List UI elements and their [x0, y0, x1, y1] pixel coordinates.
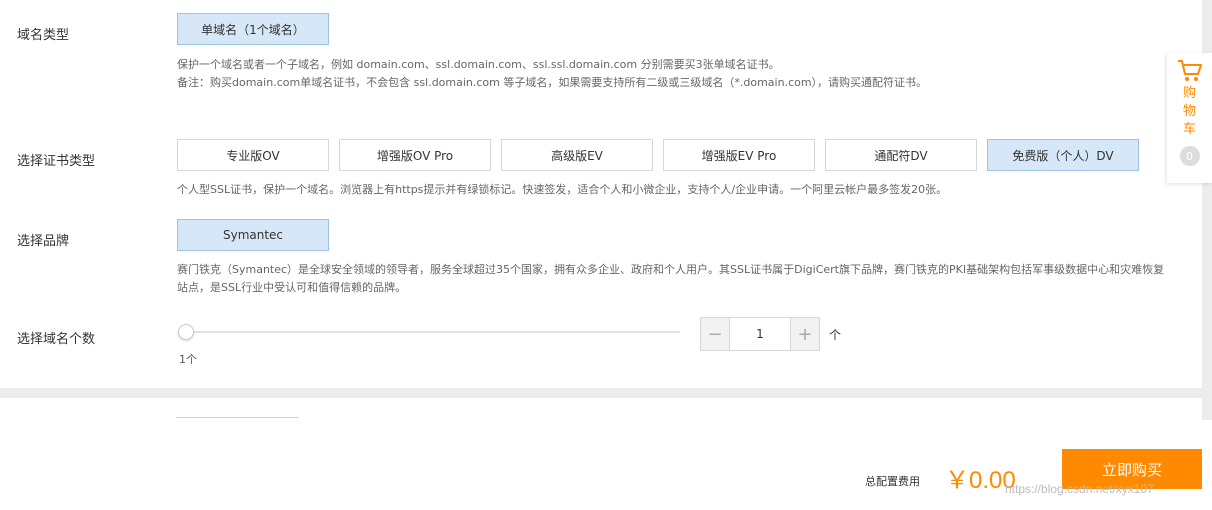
option-cert-ev[interactable]: 高级版EV: [501, 139, 653, 171]
config-panel: 域名类型 单域名（1个域名） 保护一个域名或者一个子域名，例如 domain.c…: [0, 0, 1202, 388]
option-cert-ev-pro[interactable]: 增强版EV Pro: [663, 139, 815, 171]
domain-type-desc-2: 备注：购买domain.com单域名证书，不会包含 ssl.domain.com…: [177, 76, 928, 89]
domain-count-slider-track[interactable]: [180, 331, 680, 333]
cert-type-desc: 个人型SSL证书，保护一个域名。浏览器上有https提示并有绿锁标记。快速签发，…: [177, 183, 948, 196]
total-cost-label: 总配置费用: [865, 475, 920, 488]
domain-count-input[interactable]: 1: [730, 318, 790, 350]
domain-count-slider-handle[interactable]: [178, 324, 194, 340]
decrement-button[interactable]: −: [701, 318, 730, 350]
cart-icon: [1177, 60, 1202, 81]
brand-label: 选择品牌: [17, 234, 70, 249]
brand-desc: 赛门铁克（Symantec）是全球安全领域的领导者，服务全球超过35个国家，拥有…: [177, 263, 1165, 294]
purchase-bar: 总配置费用 ￥0.00 立即购买 https://blog.csdn.net/x…: [0, 420, 1212, 510]
shopping-cart-widget[interactable]: 购物车 0: [1167, 53, 1212, 183]
option-cert-free-dv[interactable]: 免费版（个人）DV: [987, 139, 1139, 171]
watermark: https://blog.csdn.net/xyx107: [1005, 482, 1154, 496]
cert-type-label: 选择证书类型: [17, 154, 96, 169]
increment-button[interactable]: +: [790, 318, 819, 350]
option-single-domain[interactable]: 单域名（1个域名）: [177, 13, 329, 45]
domain-type-label: 域名类型: [17, 28, 70, 43]
next-section-tab: [176, 417, 298, 418]
domain-type-desc-1: 保护一个域名或者一个子域名，例如 domain.com、ssl.domain.c…: [177, 58, 780, 71]
option-brand-symantec[interactable]: Symantec: [177, 219, 329, 251]
option-cert-ov-pro[interactable]: 增强版OV Pro: [339, 139, 491, 171]
domain-count-unit: 个: [829, 328, 842, 342]
domain-count-stepper: − 1 +: [700, 317, 820, 351]
cart-count-badge: 0: [1179, 146, 1200, 166]
cart-label: 购物车: [1182, 86, 1196, 137]
domain-count-label: 选择域名个数: [17, 332, 96, 347]
option-cert-ov[interactable]: 专业版OV: [177, 139, 329, 171]
option-cert-wildcard-dv[interactable]: 通配符DV: [825, 139, 977, 171]
slider-min-label: 1个: [179, 353, 197, 366]
